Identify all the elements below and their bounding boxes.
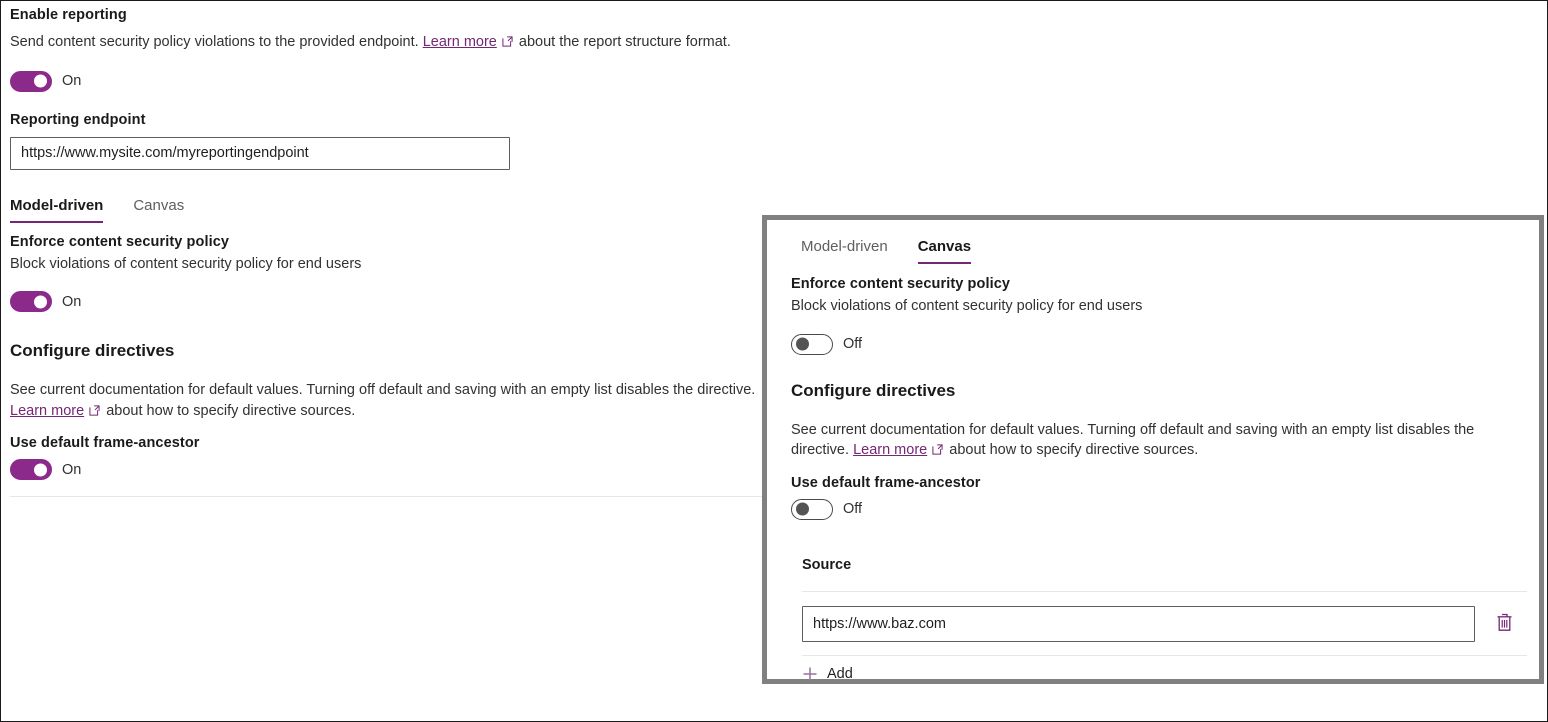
base-settings-panel: Enable reporting Send content security p… bbox=[10, 1, 770, 497]
reporting-endpoint-label: Reporting endpoint bbox=[10, 112, 770, 128]
use-default-frame-ancestor-label: Use default frame-ancestor bbox=[10, 435, 770, 451]
source-column-header: Source bbox=[802, 557, 1519, 573]
callout-enforce-policy-toggle[interactable]: Off bbox=[791, 334, 1519, 355]
source-url-input[interactable] bbox=[802, 606, 1475, 642]
enable-reporting-toggle-state: On bbox=[62, 73, 81, 89]
callout-tab-canvas[interactable]: Canvas bbox=[918, 238, 971, 264]
use-default-frame-ancestor-switch[interactable] bbox=[10, 459, 52, 480]
reporting-endpoint-section: Reporting endpoint bbox=[10, 112, 770, 170]
enable-reporting-desc-after: about the report structure format. bbox=[519, 34, 731, 50]
enforce-policy-switch[interactable] bbox=[10, 291, 52, 312]
callout-configure-directives-description: See current documentation for default va… bbox=[791, 420, 1519, 461]
callout-enforce-policy-toggle-state: Off bbox=[843, 336, 862, 352]
configure-directives-desc-before: See current documentation for default va… bbox=[10, 382, 755, 398]
add-source-label: Add bbox=[827, 666, 853, 682]
enforce-policy-description: Block violations of content security pol… bbox=[10, 254, 770, 275]
callout-enforce-policy-section: Enforce content security policy Block vi… bbox=[791, 276, 1519, 355]
plus-icon bbox=[802, 666, 818, 682]
section-divider bbox=[10, 496, 762, 497]
enable-reporting-switch[interactable] bbox=[10, 71, 52, 92]
enable-reporting-toggle[interactable]: On bbox=[10, 71, 770, 92]
learn-more-link-reporting[interactable]: Learn more bbox=[423, 34, 497, 50]
screenshot-root: Enable reporting Send content security p… bbox=[0, 0, 1548, 722]
external-link-icon bbox=[89, 405, 100, 416]
enable-reporting-description: Send content security policy violations … bbox=[10, 32, 760, 53]
source-row bbox=[802, 606, 1519, 642]
enforce-policy-toggle[interactable]: On bbox=[10, 291, 770, 312]
tab-canvas[interactable]: Canvas bbox=[133, 197, 184, 223]
enforce-policy-section: Enforce content security policy Block vi… bbox=[10, 234, 770, 313]
configure-directives-section: Configure directives See current documen… bbox=[10, 341, 770, 421]
learn-more-link-directives[interactable]: Learn more bbox=[10, 403, 84, 419]
add-source-button[interactable]: Add bbox=[802, 666, 1519, 682]
canvas-settings-callout: Model-driven Canvas Enforce content secu… bbox=[762, 215, 1544, 684]
enforce-policy-label: Enforce content security policy bbox=[10, 234, 770, 250]
callout-tab-model-driven[interactable]: Model-driven bbox=[801, 238, 888, 264]
switch-knob bbox=[34, 463, 47, 476]
enable-reporting-label: Enable reporting bbox=[10, 7, 770, 23]
callout-use-default-frame-ancestor-label: Use default frame-ancestor bbox=[791, 475, 1519, 491]
callout-use-default-frame-ancestor-toggle-state: Off bbox=[843, 501, 862, 517]
source-list: Source bbox=[802, 557, 1519, 682]
callout-enforce-policy-switch[interactable] bbox=[791, 334, 833, 355]
callout-configure-directives-heading: Configure directives bbox=[791, 381, 1519, 401]
enable-reporting-section: Enable reporting Send content security p… bbox=[10, 7, 770, 92]
source-header-divider bbox=[802, 591, 1527, 592]
configure-directives-heading: Configure directives bbox=[10, 341, 770, 361]
callout-use-default-frame-ancestor-switch[interactable] bbox=[791, 499, 833, 520]
trash-icon bbox=[1496, 613, 1513, 635]
callout-use-default-frame-ancestor-section: Use default frame-ancestor Off bbox=[791, 475, 1519, 520]
tab-model-driven[interactable]: Model-driven bbox=[10, 197, 103, 223]
callout-enforce-policy-description: Block violations of content security pol… bbox=[791, 296, 1519, 317]
app-type-tablist[interactable]: Model-driven Canvas bbox=[10, 197, 770, 223]
callout-enforce-policy-label: Enforce content security policy bbox=[791, 276, 1519, 292]
callout-learn-more-link-directives[interactable]: Learn more bbox=[853, 442, 927, 458]
switch-knob bbox=[34, 75, 47, 88]
configure-directives-description: See current documentation for default va… bbox=[10, 380, 762, 421]
switch-knob bbox=[796, 338, 809, 351]
external-link-icon bbox=[932, 444, 943, 455]
callout-configure-directives-section: Configure directives See current documen… bbox=[791, 381, 1519, 461]
use-default-frame-ancestor-toggle-state: On bbox=[62, 462, 81, 478]
use-default-frame-ancestor-toggle[interactable]: On bbox=[10, 459, 770, 480]
source-row-divider bbox=[802, 655, 1527, 656]
external-link-icon bbox=[502, 36, 513, 47]
enforce-policy-toggle-state: On bbox=[62, 294, 81, 310]
use-default-frame-ancestor-section: Use default frame-ancestor On bbox=[10, 435, 770, 480]
callout-use-default-frame-ancestor-toggle[interactable]: Off bbox=[791, 499, 1519, 520]
reporting-endpoint-input[interactable] bbox=[10, 137, 510, 170]
enable-reporting-desc-before: Send content security policy violations … bbox=[10, 34, 419, 50]
delete-source-button[interactable] bbox=[1489, 609, 1519, 639]
configure-directives-desc-after: about how to specify directive sources. bbox=[106, 403, 355, 419]
switch-knob bbox=[34, 295, 47, 308]
switch-knob bbox=[796, 503, 809, 516]
callout-configure-directives-desc-after: about how to specify directive sources. bbox=[949, 442, 1198, 458]
callout-app-type-tablist[interactable]: Model-driven Canvas bbox=[801, 238, 1519, 264]
